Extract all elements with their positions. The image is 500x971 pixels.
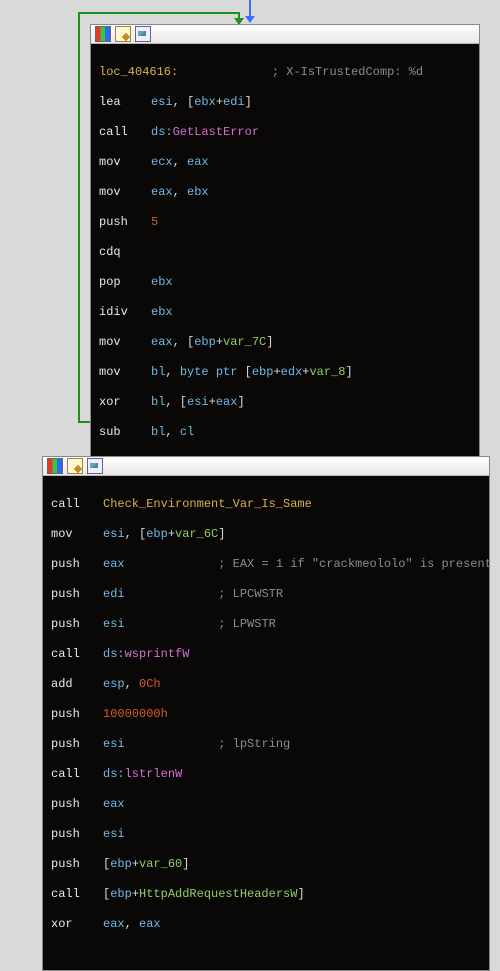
api-wsprintfw: wsprintfW	[125, 647, 190, 661]
edit-icon[interactable]	[115, 26, 131, 42]
comment: ; EAX = 1 if "crackmeololo" is present	[218, 557, 492, 571]
flow-arrow-in-blue	[249, 0, 251, 22]
comment: ; X-IsTrustedComp: %d	[272, 65, 423, 79]
disasm-code[interactable]: callCheck_Environment_Var_Is_Same movesi…	[43, 476, 489, 970]
color-icon[interactable]	[95, 26, 111, 42]
graph-icon[interactable]	[135, 26, 151, 42]
flow-arrow-loop-side	[78, 12, 80, 422]
graph-icon[interactable]	[87, 458, 103, 474]
comment: ; LPCWSTR	[218, 587, 283, 601]
flow-arrow-loop-bottom	[78, 421, 90, 423]
loc-label: loc_404616:	[99, 65, 178, 79]
block-titlebar	[43, 457, 489, 476]
color-icon[interactable]	[47, 458, 63, 474]
comment: ; lpString	[218, 737, 290, 751]
api-lstrlenw: lstrlenW	[125, 767, 183, 781]
api-httpaddrequestheadersw: HttpAddRequestHeadersW	[139, 887, 297, 901]
block-titlebar	[91, 25, 479, 44]
flow-arrow-loop-into	[238, 12, 240, 24]
disasm-block-next[interactable]: callCheck_Environment_Var_Is_Same movesi…	[42, 456, 490, 971]
edit-icon[interactable]	[67, 458, 83, 474]
call-check-env: Check_Environment_Var_Is_Same	[103, 497, 312, 511]
flow-arrow-loop-top	[78, 12, 240, 14]
api-getlasterror: GetLastError	[173, 125, 259, 139]
comment: ; LPWSTR	[218, 617, 276, 631]
